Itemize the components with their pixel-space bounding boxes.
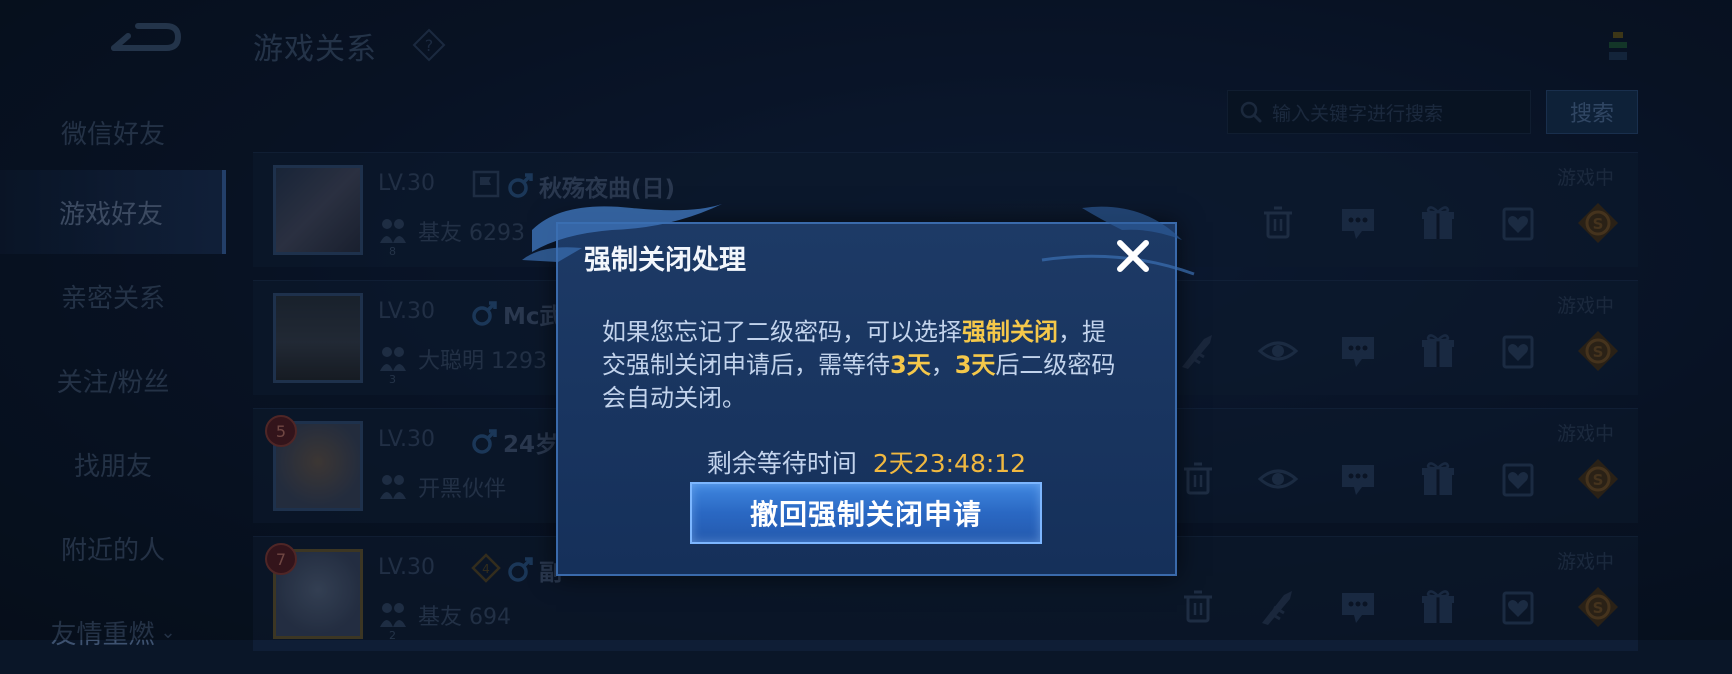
dialog-message: 如果您忘记了二级密码，可以选择强制关闭，提交强制关闭申请后，需等待3天，3天后二… xyxy=(602,316,1122,415)
timer-value: 2天23:48:12 xyxy=(872,449,1027,478)
timer-label: 剩余等待时间 xyxy=(706,449,857,478)
force-close-dialog: 强制关闭处理 如果您忘记了二级密码，可以选择强制关闭，提交强制关闭申请后，需等待… xyxy=(522,204,1195,576)
message-text: ， xyxy=(930,351,955,379)
close-icon xyxy=(1117,240,1149,272)
wait-timer: 剩余等待时间 2天23:48:12 xyxy=(558,444,1175,480)
message-highlight: 3天 xyxy=(954,351,996,379)
message-highlight: 强制关闭 xyxy=(962,318,1058,346)
dialog-title: 强制关闭处理 xyxy=(584,245,746,276)
close-button[interactable] xyxy=(1111,234,1155,278)
message-text: 如果您忘记了二级密码，可以选择 xyxy=(602,318,962,346)
revoke-request-button[interactable]: 撤回强制关闭申请 xyxy=(690,482,1042,544)
message-highlight: 3天 xyxy=(890,351,931,379)
